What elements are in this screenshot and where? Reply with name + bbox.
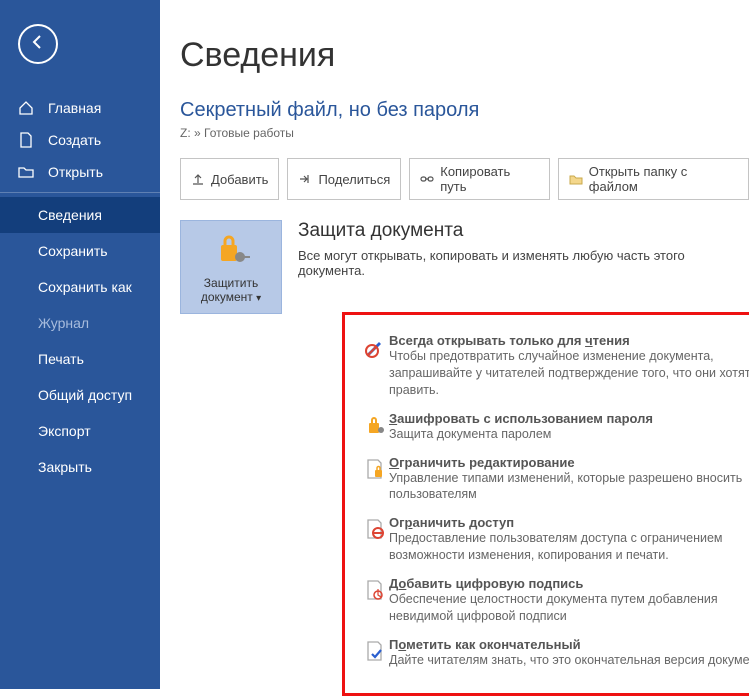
mark-final-icon [361, 640, 389, 662]
menu-item-desc: Управление типами изменений, которые раз… [389, 470, 749, 504]
home-icon [18, 100, 38, 116]
sidebar-item-label: Открыть [48, 164, 103, 180]
sidebar-item-label: Сведения [38, 207, 102, 223]
menu-item-title: Пометить как окончательный [389, 637, 749, 652]
upload-button[interactable]: Добавить [180, 158, 279, 200]
sidebar-item-save-as[interactable]: Сохранить как [0, 269, 160, 305]
copy-path-button[interactable]: Копировать путь [409, 158, 550, 200]
read-only-icon [361, 336, 389, 358]
folder-icon [569, 172, 583, 186]
document-title: Секретный файл, но без пароля [180, 99, 749, 122]
sidebar-item-label: Сохранить как [38, 279, 132, 295]
button-label: Копировать путь [440, 164, 539, 194]
button-label: Открыть папку с файлом [589, 164, 738, 194]
sidebar-item-close[interactable]: Закрыть [0, 449, 160, 485]
menu-item-desc: Дайте читателям знать, что это окончател… [389, 652, 749, 669]
back-button[interactable] [18, 24, 58, 64]
sidebar-item-history: Журнал [0, 305, 160, 341]
sidebar-item-label: Экспорт [38, 423, 91, 439]
menu-item-read-only[interactable]: Всегда открывать только для чтения Чтобы… [351, 327, 749, 405]
backstage-sidebar: Главная Создать Открыть Сведения Сохрани… [0, 0, 160, 689]
menu-item-title: Ограничить редактирование [389, 455, 749, 470]
section-description: Все могут открывать, копировать и изменя… [298, 248, 728, 278]
share-icon [298, 172, 312, 186]
protect-section: Защитить документ ▾ Защита документа Все… [180, 220, 749, 314]
button-label: Защитить документ ▾ [185, 276, 277, 305]
sidebar-item-label: Общий доступ [38, 387, 132, 403]
protect-document-button[interactable]: Защитить документ ▾ [180, 220, 282, 314]
signature-icon [361, 579, 389, 601]
restrict-edit-icon [361, 458, 389, 480]
menu-item-encrypt[interactable]: Зашифровать с использованием пароля Защи… [351, 405, 749, 449]
button-label: Поделиться [318, 172, 390, 187]
sidebar-item-share[interactable]: Общий доступ [0, 377, 160, 413]
lock-icon [211, 231, 251, 270]
section-heading: Защита документа [298, 220, 728, 242]
new-doc-icon [18, 132, 38, 148]
sidebar-item-export[interactable]: Экспорт [0, 413, 160, 449]
sidebar-item-label: Сохранить [38, 243, 108, 259]
sidebar-separator [0, 192, 160, 193]
menu-item-mark-final[interactable]: Пометить как окончательный Дайте читател… [351, 631, 749, 675]
menu-item-restrict-editing[interactable]: Ограничить редактирование Управление тип… [351, 449, 749, 510]
info-toolbar: Добавить Поделиться Копировать путь Откр… [180, 158, 749, 200]
sidebar-item-open[interactable]: Открыть [0, 156, 160, 188]
page-title: Сведения [180, 36, 749, 75]
protect-description-block: Защита документа Все могут открывать, ко… [298, 220, 728, 278]
button-label: Добавить [211, 172, 268, 187]
sidebar-item-new[interactable]: Создать [0, 124, 160, 156]
link-icon [420, 172, 434, 186]
sidebar-item-print[interactable]: Печать [0, 341, 160, 377]
sidebar-item-label: Печать [38, 351, 84, 367]
protect-document-menu: Всегда открывать только для чтения Чтобы… [342, 312, 749, 696]
sidebar-item-home[interactable]: Главная [0, 92, 160, 124]
menu-item-desc: Обеспечение целостности документа путем … [389, 591, 749, 625]
menu-item-digital-signature[interactable]: Добавить цифровую подпись Обеспечение це… [351, 570, 749, 631]
encrypt-icon [361, 414, 389, 436]
sidebar-item-info[interactable]: Сведения [0, 197, 160, 233]
chevron-down-icon: ▾ [256, 293, 261, 304]
upload-icon [191, 172, 205, 186]
sidebar-item-label: Закрыть [38, 459, 92, 475]
menu-item-desc: Предоставление пользователям доступа с о… [389, 530, 749, 564]
share-button[interactable]: Поделиться [287, 158, 401, 200]
open-folder-button[interactable]: Открыть папку с файлом [558, 158, 749, 200]
sidebar-item-label: Журнал [38, 315, 89, 331]
sidebar-item-label: Главная [48, 100, 101, 116]
sidebar-item-label: Создать [48, 132, 101, 148]
menu-item-restrict-access[interactable]: Ограничить доступ Предоставление пользов… [351, 509, 749, 570]
main-panel: Сведения Секретный файл, но без пароля Z… [160, 0, 749, 689]
folder-open-icon [18, 164, 38, 180]
restrict-access-icon [361, 518, 389, 540]
breadcrumb: Z: » Готовые работы [180, 126, 749, 140]
menu-item-title: Всегда открывать только для чтения [389, 333, 749, 348]
sidebar-item-save[interactable]: Сохранить [0, 233, 160, 269]
menu-item-desc: Чтобы предотвратить случайное изменение … [389, 348, 749, 399]
menu-item-title: Ограничить доступ [389, 515, 749, 530]
menu-item-title: Добавить цифровую подпись [389, 576, 749, 591]
arrow-left-icon [28, 32, 48, 57]
menu-item-title: Зашифровать с использованием пароля [389, 411, 749, 426]
menu-item-desc: Защита документа паролем [389, 426, 749, 443]
